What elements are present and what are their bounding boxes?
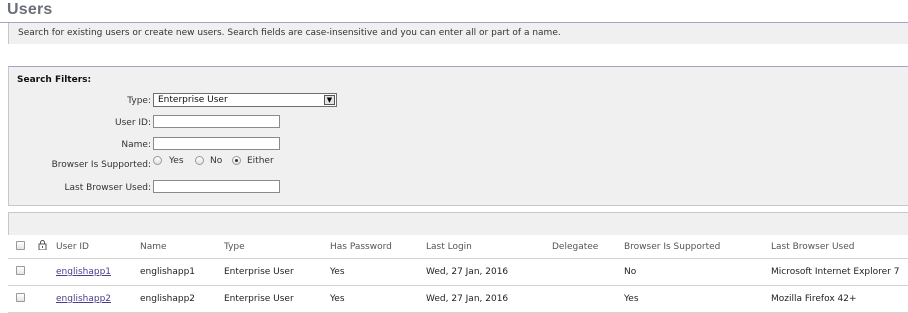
user-name: englishapp2 bbox=[140, 294, 196, 304]
column-header-browser-supported[interactable]: Browser Is Supported bbox=[624, 242, 720, 252]
user-type: Enterprise User bbox=[224, 267, 294, 277]
user-id-link[interactable]: englishapp1 bbox=[56, 267, 111, 277]
table-row: englishapp1 englishapp1 Enterprise User … bbox=[8, 259, 908, 286]
radio-no-label: No bbox=[210, 156, 223, 166]
has-password: Yes bbox=[330, 267, 345, 277]
user-type: Enterprise User bbox=[224, 294, 294, 304]
search-filters-panel: Search Filters: Type: Enterprise User ▼ … bbox=[8, 66, 908, 206]
column-header-type[interactable]: Type bbox=[224, 242, 245, 252]
column-header-user-id[interactable]: User ID bbox=[56, 242, 89, 252]
select-all-checkbox[interactable] bbox=[16, 241, 25, 250]
row-checkbox[interactable] bbox=[16, 266, 25, 275]
column-header-has-password[interactable]: Has Password bbox=[330, 242, 392, 252]
page-title: Users bbox=[7, 1, 53, 18]
name-input[interactable] bbox=[153, 137, 280, 150]
column-header-last-browser[interactable]: Last Browser Used bbox=[771, 242, 854, 252]
type-select[interactable]: Enterprise User ▼ bbox=[153, 93, 337, 107]
table-row: englishapp2 englishapp2 Enterprise User … bbox=[8, 286, 908, 313]
radio-either-label: Either bbox=[247, 156, 274, 166]
radio-either[interactable] bbox=[232, 156, 241, 165]
browser-supported-label: Browser Is Supported: bbox=[51, 160, 151, 170]
radio-yes-label: Yes bbox=[169, 156, 184, 166]
lock-icon bbox=[38, 240, 47, 250]
description-text: Search for existing users or create new … bbox=[18, 28, 561, 38]
browser-supported: Yes bbox=[624, 294, 639, 304]
last-browser: Microsoft Internet Explorer 7 bbox=[771, 267, 900, 277]
column-header-name[interactable]: Name bbox=[140, 242, 167, 252]
table-header: User ID Name Type Has Password Last Logi… bbox=[8, 234, 908, 259]
browser-supported: No bbox=[624, 267, 637, 277]
last-login: Wed, 27 Jan, 2016 bbox=[426, 267, 509, 277]
radio-no[interactable] bbox=[195, 156, 204, 165]
row-checkbox[interactable] bbox=[16, 293, 25, 302]
column-header-last-login[interactable]: Last Login bbox=[426, 242, 472, 252]
last-browser-input[interactable] bbox=[153, 180, 280, 193]
user-id-label: User ID: bbox=[115, 118, 151, 128]
results-toolbar bbox=[8, 212, 908, 235]
column-header-delegatee[interactable]: Delegatee bbox=[552, 242, 598, 252]
last-browser-label: Last Browser Used: bbox=[64, 183, 152, 193]
has-password: Yes bbox=[330, 294, 345, 304]
name-label: Name: bbox=[121, 140, 151, 150]
user-name: englishapp1 bbox=[140, 267, 196, 277]
chevron-down-icon[interactable]: ▼ bbox=[324, 95, 335, 105]
type-label: Type: bbox=[127, 96, 151, 106]
type-select-value: Enterprise User bbox=[158, 95, 228, 105]
description-panel: Search for existing users or create new … bbox=[8, 23, 908, 44]
user-id-input[interactable] bbox=[153, 115, 280, 128]
last-browser: Mozilla Firefox 42+ bbox=[771, 294, 857, 304]
user-id-link[interactable]: englishapp2 bbox=[56, 294, 111, 304]
radio-yes[interactable] bbox=[153, 156, 162, 165]
last-login: Wed, 27 Jan, 2016 bbox=[426, 294, 509, 304]
search-filters-heading: Search Filters: bbox=[17, 75, 92, 85]
